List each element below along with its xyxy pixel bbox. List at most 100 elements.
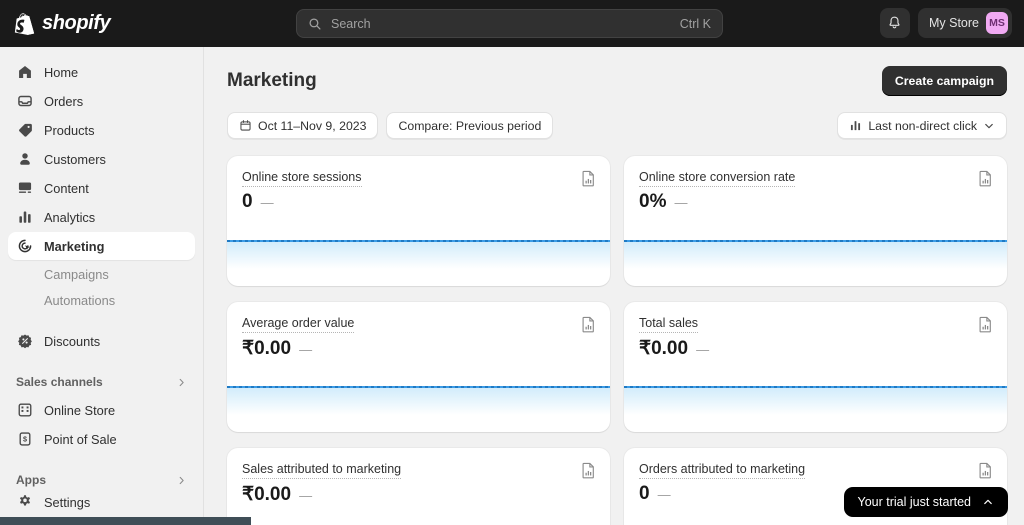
metric-name[interactable]: Sales attributed to marketing [242,462,401,479]
metric-name[interactable]: Orders attributed to marketing [639,462,805,479]
metric-card-total-sales[interactable]: Total sales ₹0.00 — [624,302,1007,432]
sparkline-area-fill [624,242,1007,269]
filters-left: Oct 11–Nov 9, 2023 Compare: Previous per… [227,112,553,139]
metric-delta: — [261,195,274,210]
sidebar-item-settings[interactable]: Settings [8,488,195,516]
sparkline-chart [624,386,1007,432]
sidebar-subitem-label: Automations [44,293,115,308]
sidebar-section-sales-channels[interactable]: Sales channels [16,369,187,395]
bar-chart-icon [16,209,33,226]
card-header: Average order value [227,302,610,333]
shopify-logo[interactable]: shopify [13,12,193,36]
create-campaign-button[interactable]: Create campaign [882,66,1007,96]
card-header: Online store conversion rate [624,156,1007,187]
attribution-model-label: Last non-direct click [868,119,977,133]
spacer [0,356,203,369]
main-content: Marketing Create campaign Oct 11–Nov 9, … [205,47,1024,525]
filter-bar: Oct 11–Nov 9, 2023 Compare: Previous per… [205,96,1024,139]
notifications-button[interactable] [880,8,910,38]
report-document-icon[interactable] [581,316,596,333]
sidebar-item-content[interactable]: Content [8,174,195,202]
sparkline-area-fill [227,242,610,269]
trial-toast[interactable]: Your trial just started [844,487,1008,517]
sidebar-item-marketing[interactable]: Marketing [8,232,195,260]
sidebar-item-orders[interactable]: Orders [8,87,195,115]
metric-name[interactable]: Total sales [639,316,698,333]
metric-value: ₹0.00 [242,337,291,360]
metric-name[interactable]: Average order value [242,316,354,333]
storefront-icon [16,402,33,419]
chevron-down-icon [983,120,995,132]
product-tag-icon [16,122,33,139]
metric-value: 0 [242,191,253,213]
metric-value: 0 [639,483,650,505]
topbar-actions: My Store MS [880,8,1012,38]
sidebar-item-home[interactable]: Home [8,58,195,86]
page-header: Marketing Create campaign [205,47,1024,96]
metric-value: 0% [639,191,666,213]
card-header: Sales attributed to marketing [227,448,610,479]
report-document-icon[interactable] [978,316,993,333]
home-icon [16,64,33,81]
sidebar-item-label: Analytics [44,210,95,225]
report-document-icon[interactable] [978,462,993,479]
chevron-right-icon [176,475,187,486]
report-document-icon[interactable] [581,170,596,187]
marketing-target-icon [16,238,33,255]
date-range-picker[interactable]: Oct 11–Nov 9, 2023 [227,112,378,139]
search-shortcut: Ctrl K [680,17,711,31]
sidebar-item-label: Marketing [44,239,104,254]
report-document-icon[interactable] [978,170,993,187]
sidebar-settings-row: Settings [0,487,203,517]
sidebar-item-label: Settings [44,495,90,510]
sidebar-subitem-automations[interactable]: Automations [8,287,195,313]
metric-row: ₹0.00 — [227,333,610,360]
attribution-model-select[interactable]: Last non-direct click [837,112,1007,139]
report-document-icon[interactable] [581,462,596,479]
sidebar-subitem-campaigns[interactable]: Campaigns [8,261,195,287]
metric-name[interactable]: Online store conversion rate [639,170,795,187]
shopify-bag-icon [13,12,35,36]
search-input[interactable]: Search Ctrl K [296,9,723,38]
sidebar-item-label: Online Store [44,403,115,418]
sparkline-chart [227,240,610,286]
sidebar: Home Orders Products Customers [0,47,204,525]
chevron-up-icon[interactable] [982,496,994,508]
date-range-label: Oct 11–Nov 9, 2023 [258,119,366,133]
store-name: My Store [929,16,979,30]
content-image-icon [16,180,33,197]
sidebar-item-label: Point of Sale [44,432,117,447]
sidebar-item-label: Discounts [44,334,100,349]
metric-delta: — [696,342,709,357]
sidebar-item-online-store[interactable]: Online Store [8,396,195,424]
store-switcher-button[interactable]: My Store MS [918,8,1012,38]
sidebar-item-point-of-sale[interactable]: $ Point of Sale [8,425,195,453]
sidebar-item-customers[interactable]: Customers [8,145,195,173]
metric-row: 0 — [227,187,610,213]
bottom-overlay-strip [0,517,251,525]
sidebar-item-analytics[interactable]: Analytics [8,203,195,231]
svg-text:$: $ [23,435,27,444]
metric-card-average-order-value[interactable]: Average order value ₹0.00 — [227,302,610,432]
metric-value: ₹0.00 [639,337,688,360]
sidebar-item-products[interactable]: Products [8,116,195,144]
metric-row: ₹0.00 — [227,479,610,506]
metric-name[interactable]: Online store sessions [242,170,362,187]
metric-card-online-store-sessions[interactable]: Online store sessions 0 — [227,156,610,286]
sidebar-item-label: Home [44,65,78,80]
sidebar-item-label: Content [44,181,89,196]
page-title: Marketing [227,70,317,92]
calendar-icon [239,119,252,132]
metric-card-sales-attributed-to-marketing[interactable]: Sales attributed to marketing ₹0.00 — [227,448,610,525]
compare-period-button[interactable]: Compare: Previous period [386,112,553,139]
sidebar-item-discounts[interactable]: Discounts [8,327,195,355]
sidebar-section-title: Sales channels [16,375,103,389]
discount-icon [16,333,33,350]
pos-icon: $ [16,431,33,448]
compare-period-label: Compare: Previous period [398,119,541,133]
card-header: Total sales [624,302,1007,333]
sparkline-area-fill [624,388,1007,415]
metric-card-grid: Online store sessions 0 — [205,139,1024,525]
metric-card-online-store-conversion-rate[interactable]: Online store conversion rate 0% — [624,156,1007,286]
metric-delta: — [658,487,671,502]
